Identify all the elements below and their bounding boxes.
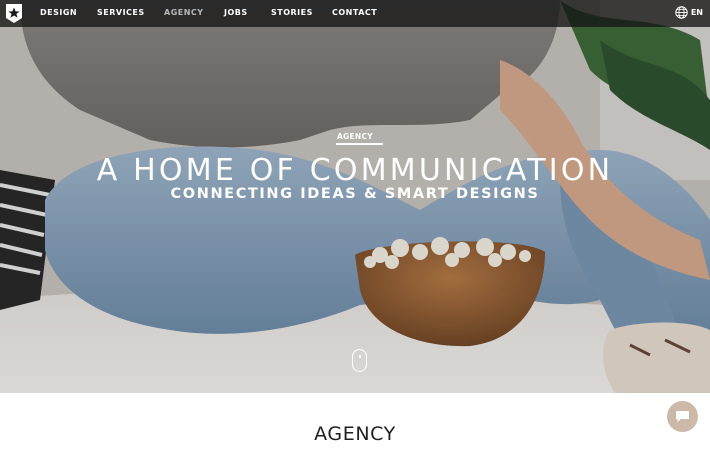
nav-item-contact[interactable]: CONTACT (332, 8, 377, 17)
nav-item-agency[interactable]: AGENCY (164, 8, 204, 17)
hero-headline: A HOME OF COMMUNICATION (96, 153, 614, 188)
eyebrow-underline (336, 143, 383, 145)
nav-item-services[interactable]: SERVICES (97, 8, 145, 17)
chat-button[interactable] (667, 401, 698, 432)
nav-item-design[interactable]: DESIGN (40, 8, 77, 17)
chat-bubble-icon (676, 411, 689, 422)
hero-eyebrow: AGENCY (336, 132, 374, 141)
language-switcher[interactable]: EN (675, 6, 703, 19)
hero-subline: CONNECTING IDEAS & SMART DESIGNS (170, 186, 540, 202)
nav-item-jobs[interactable]: JOBS (224, 8, 248, 17)
hero-banner: AGENCY A HOME OF COMMUNICATION CONNECTIN… (0, 0, 710, 393)
scroll-wheel-dot (358, 355, 361, 358)
globe-icon (675, 6, 688, 19)
section-title: AGENCY (314, 423, 396, 445)
mouse-scroll-icon[interactable] (352, 349, 367, 372)
top-navigation: DESIGN SERVICES AGENCY JOBS STORIES CONT… (0, 0, 710, 27)
star-badge-icon[interactable] (6, 4, 22, 23)
nav-item-stories[interactable]: STORIES (271, 8, 313, 17)
language-label: EN (690, 8, 703, 17)
